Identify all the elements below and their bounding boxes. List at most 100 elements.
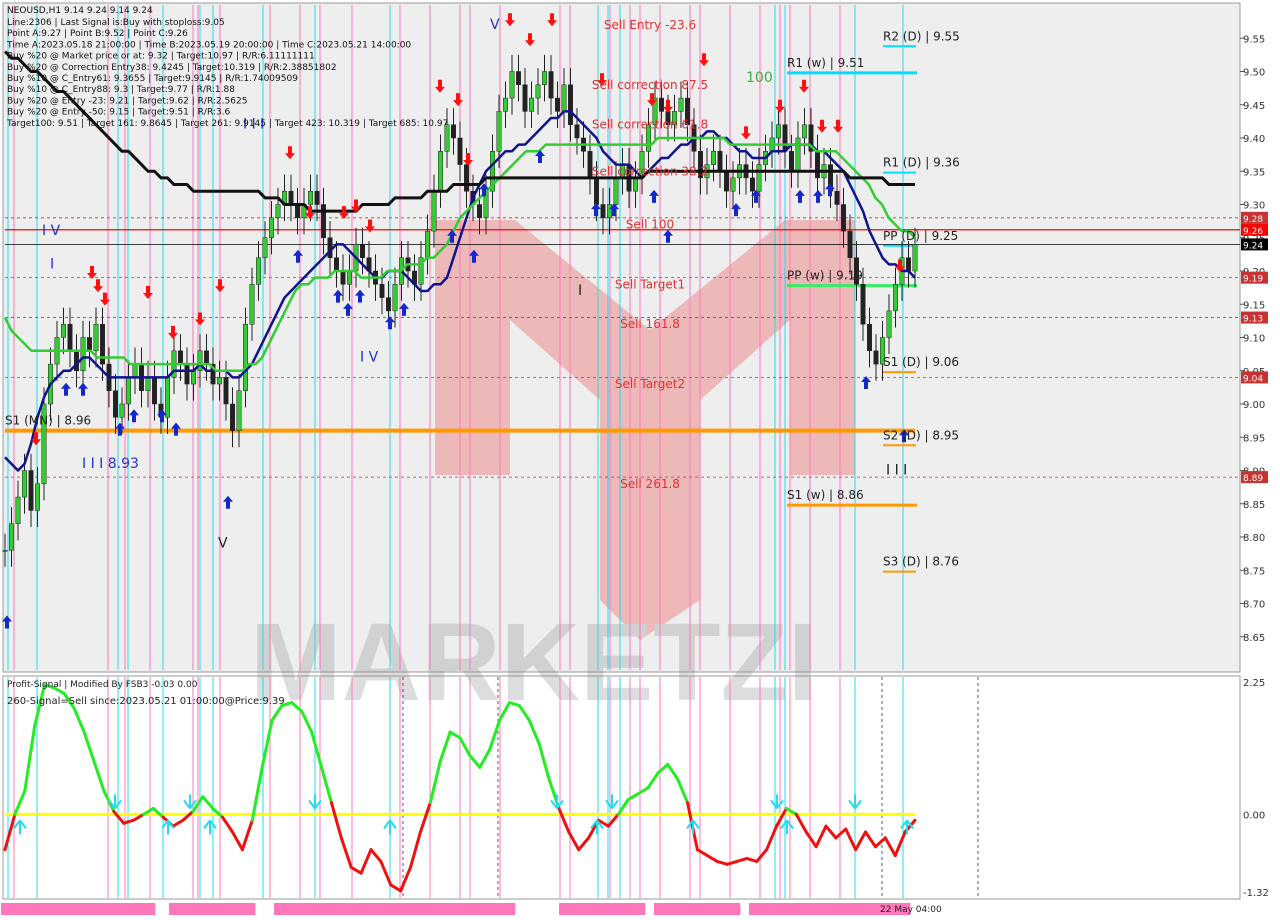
candle-body xyxy=(197,350,203,371)
candle-body xyxy=(93,323,99,352)
level-label: R2 (D) | 9.55 xyxy=(883,29,960,43)
candle-body xyxy=(756,164,762,192)
level-label: R1 (D) | 9.36 xyxy=(883,156,960,170)
candle-body xyxy=(386,297,391,312)
candle-body xyxy=(496,111,502,152)
price-tag-label: 9.13 xyxy=(1243,315,1263,325)
price-tick-label: 8.75 xyxy=(1243,566,1265,577)
candle-body xyxy=(561,84,567,112)
level-label: S3 (D) | 8.76 xyxy=(883,555,959,569)
candle-body xyxy=(334,257,339,272)
price-tick-label: 9.40 xyxy=(1243,134,1265,145)
wave-label: I I I 8.93 xyxy=(82,456,139,472)
wave-label: I xyxy=(578,283,582,299)
time-tick-box xyxy=(654,903,741,915)
time-tick-box xyxy=(749,903,836,915)
info-line: Target100: 9.51 | Target 161: 9.8645 | T… xyxy=(6,119,448,129)
indicator-title: Profit-Signal | Modified By FSB3 -0.03 0… xyxy=(7,680,198,690)
price-tick-label: 9.55 xyxy=(1243,34,1265,45)
candle-body xyxy=(243,323,248,391)
candle-body xyxy=(529,97,534,112)
candle-body xyxy=(113,390,118,418)
candle-body xyxy=(438,151,443,192)
candle-body xyxy=(834,190,840,205)
candle-body xyxy=(308,190,313,205)
chart-svg: MARKETZI R2 (D) | 9.55 R1 (w) | 9.51 R1 (D… xyxy=(0,0,1280,920)
time-tick-box xyxy=(169,903,256,915)
info-line: Buy %10 @ C_Entry61: 9.3655 | Target:9.9… xyxy=(7,74,298,84)
indicator-annotation: 260-Signal=Sell since:2023.05.21 01:00:0… xyxy=(7,696,285,707)
candle-body xyxy=(152,377,157,405)
candle-body xyxy=(431,190,437,232)
time-tick-box xyxy=(274,903,361,915)
candle-body xyxy=(2,550,8,552)
candle-body xyxy=(288,190,294,205)
candle-body xyxy=(67,323,73,352)
time-tick-box xyxy=(351,903,438,915)
info-line: Buy %20 @ Entry -50: 9.15 | Target:9.51 … xyxy=(7,108,231,118)
wave-label: I I I xyxy=(886,463,907,479)
candle-body xyxy=(789,151,794,172)
candle-body xyxy=(119,403,125,418)
price-tick-label: 8.65 xyxy=(1243,633,1265,644)
price-tick-label: 9.50 xyxy=(1243,68,1265,79)
candle-body xyxy=(724,171,729,192)
candle-body xyxy=(35,483,40,511)
price-tick-label: 9.15 xyxy=(1243,300,1265,311)
candle-body xyxy=(457,137,463,165)
sell-level-label: Sell 261.8 xyxy=(620,477,680,491)
candle-body xyxy=(893,284,898,312)
candle-body xyxy=(750,177,755,192)
candle-body xyxy=(503,97,508,112)
candle-body xyxy=(275,204,281,219)
candle-body xyxy=(867,323,872,352)
candle-body xyxy=(217,377,222,385)
candle-body xyxy=(847,230,853,258)
candle-body xyxy=(477,204,482,219)
indicator-tick-label: 2.25 xyxy=(1243,678,1265,689)
price-tag-label: 9.24 xyxy=(1243,241,1263,251)
candle-body xyxy=(256,257,261,285)
sell-level-label: Sell 100 xyxy=(626,217,674,231)
price-tag-label: 9.28 xyxy=(1243,215,1263,225)
sell-level-label: Sell correction 87.5 xyxy=(592,78,708,92)
wave-label: I V xyxy=(42,223,61,239)
info-line: Buy %20 @ Market price or at: 9.32 | Tar… xyxy=(7,52,315,62)
wave-label: I V xyxy=(360,349,379,365)
wave-label: 100 xyxy=(746,70,773,86)
candle-body xyxy=(80,337,86,371)
price-tick-label: 9.10 xyxy=(1243,334,1265,345)
candle-body xyxy=(451,124,456,139)
candle-body xyxy=(633,177,638,192)
price-tick-label: 9.00 xyxy=(1243,400,1265,411)
price-tick-label: 9.30 xyxy=(1243,201,1265,212)
time-tick-box xyxy=(559,903,646,915)
wave-label: V xyxy=(490,17,500,33)
info-line: Buy %20 @ Entry -23: 9.21 | Target:9.62 … xyxy=(7,96,247,106)
candle-body xyxy=(730,177,736,192)
level-label: PP (w) | 9.19 xyxy=(787,269,863,283)
candle-body xyxy=(262,237,268,258)
price-tick-label: 8.80 xyxy=(1243,533,1265,544)
info-line: Time A:2023.05.18 21:00:00 | Time B:2023… xyxy=(6,40,411,50)
candle-body xyxy=(776,124,781,139)
level-label: PP (D) | 9.25 xyxy=(883,229,958,243)
candle-body xyxy=(9,523,14,551)
candle-body xyxy=(717,151,723,172)
candle-body xyxy=(145,377,151,391)
time-tick-label: 22 May 04:00 xyxy=(880,905,942,915)
candle-body xyxy=(360,244,365,258)
time-tick-box xyxy=(69,903,156,915)
candle-body xyxy=(678,97,684,112)
candle-body xyxy=(28,470,34,511)
candle-body xyxy=(613,177,619,205)
candle-body xyxy=(782,124,788,152)
candle-body xyxy=(22,470,27,498)
candle-body xyxy=(600,204,606,219)
candle-body xyxy=(464,164,469,192)
time-tick-box xyxy=(429,903,516,915)
candle-body xyxy=(425,230,430,258)
candle-body xyxy=(711,151,716,165)
candle-body xyxy=(522,84,528,112)
indicator-tick-label: 0.00 xyxy=(1243,810,1265,821)
